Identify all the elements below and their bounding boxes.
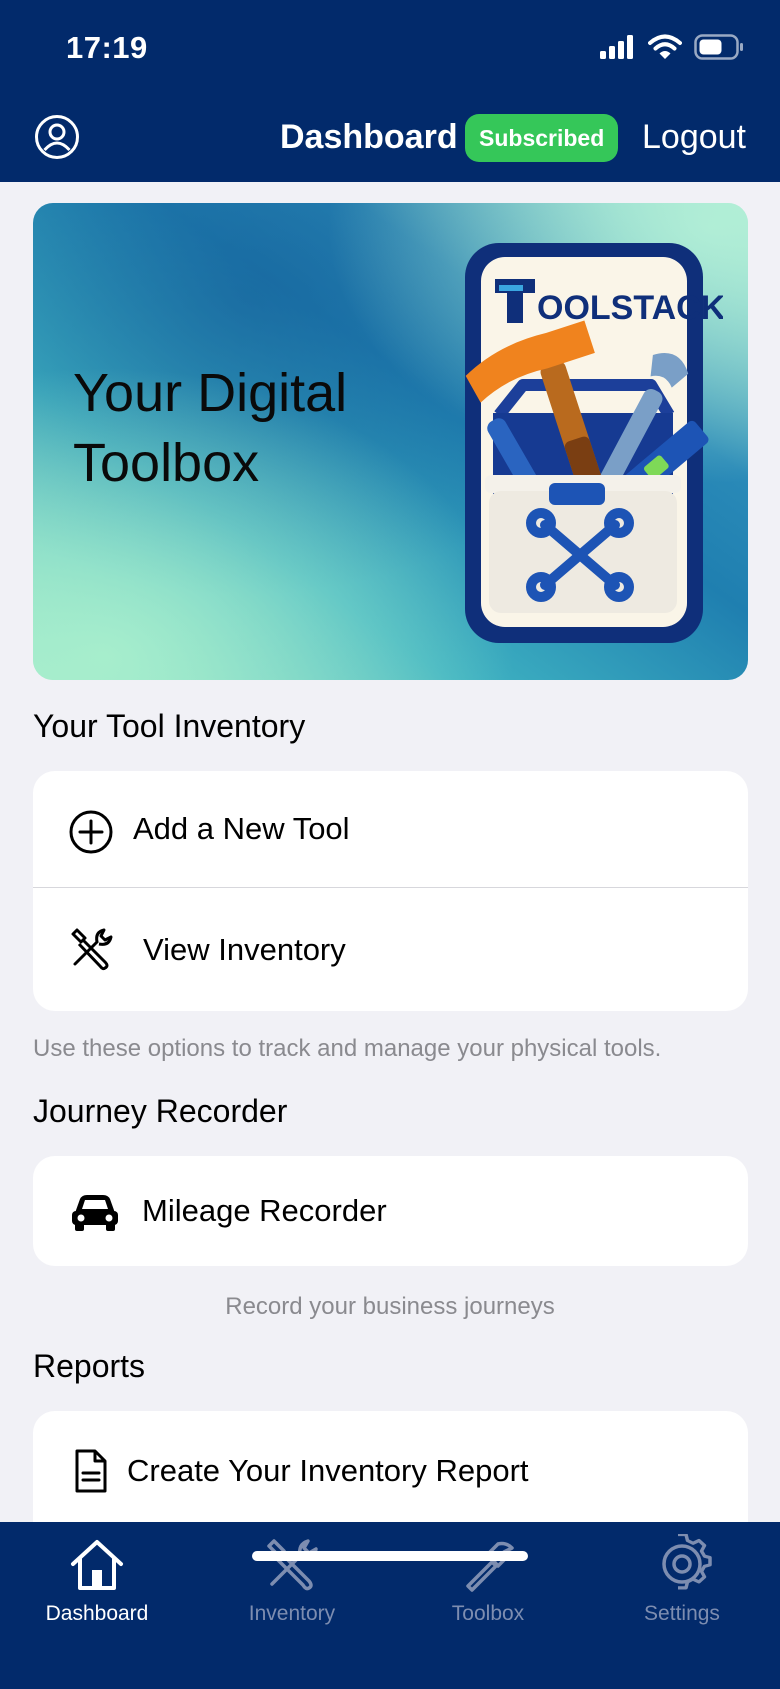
journey-section-title: Journey Recorder [33, 1093, 288, 1129]
signal-icon [600, 35, 633, 59]
wifi-icon [648, 34, 682, 59]
house-icon [71, 1540, 123, 1590]
tab-inventory[interactable]: Inventory [207, 1534, 377, 1626]
top-bar: 17:19 Dashboard Subscribed Logout [0, 0, 780, 182]
tab-inventory-label: Inventory [248, 1602, 336, 1625]
dashboard-content[interactable]: Your Digital Toolbox OOLSTACK Your Tool … [0, 182, 780, 1522]
document-icon [75, 1449, 107, 1493]
toolbox-phone-illustration: OOLSTACK [465, 243, 723, 643]
brand-logo-text: OOLSTACK [537, 289, 723, 327]
status-icons [600, 34, 744, 60]
tab-settings-label: Settings [644, 1602, 720, 1625]
profile-icon[interactable] [34, 114, 80, 160]
tab-dashboard-label: Dashboard [45, 1602, 149, 1625]
view-inventory-label: View Inventory [143, 931, 346, 967]
tab-toolbox[interactable]: Toolbox [403, 1534, 573, 1626]
mileage-recorder-label: Mileage Recorder [142, 1193, 387, 1228]
inventory-card: Add a New Tool View Inventory [33, 771, 748, 1011]
car-icon [72, 1195, 118, 1231]
reports-card: Create Your Inventory Report [33, 1411, 748, 1522]
reports-section-title: Reports [33, 1348, 146, 1384]
add-new-tool-label: Add a New Tool [133, 811, 350, 846]
view-inventory-button[interactable]: View Inventory [33, 887, 748, 1011]
subscribed-badge: Subscribed [465, 114, 619, 162]
gear-icon [662, 1534, 712, 1590]
create-inventory-report-label: Create Your Inventory Report [127, 1453, 529, 1488]
inventory-hint: Use these options to track and manage yo… [33, 1035, 662, 1062]
battery-icon [694, 34, 743, 60]
hero-title: Your Digital Toolbox [73, 363, 348, 493]
hammer-icon [466, 1541, 514, 1592]
tools-icon [71, 928, 113, 971]
tab-dashboard[interactable]: Dashboard [12, 1534, 182, 1626]
create-inventory-report-button[interactable]: Create Your Inventory Report [33, 1411, 748, 1522]
tab-toolbox-label: Toolbox [451, 1602, 525, 1625]
tab-bar: Dashboard Inventory Toolbox Settings [0, 1522, 780, 1689]
journey-card: Mileage Recorder [33, 1156, 748, 1266]
home-indicator [252, 1551, 528, 1561]
journey-hint: Record your business journeys [225, 1293, 555, 1320]
page-title: Dashboard [280, 118, 458, 156]
add-new-tool-button[interactable]: Add a New Tool [33, 771, 748, 887]
status-time: 17:19 [66, 30, 148, 65]
hero-banner: Your Digital Toolbox OOLSTACK [33, 203, 748, 680]
logout-button[interactable]: Logout [642, 118, 746, 157]
tab-settings[interactable]: Settings [597, 1534, 767, 1626]
plus-circle-icon [69, 810, 113, 854]
mileage-recorder-button[interactable]: Mileage Recorder [33, 1156, 748, 1266]
inventory-section-title: Your Tool Inventory [33, 708, 306, 744]
tools-icon [267, 1539, 318, 1591]
